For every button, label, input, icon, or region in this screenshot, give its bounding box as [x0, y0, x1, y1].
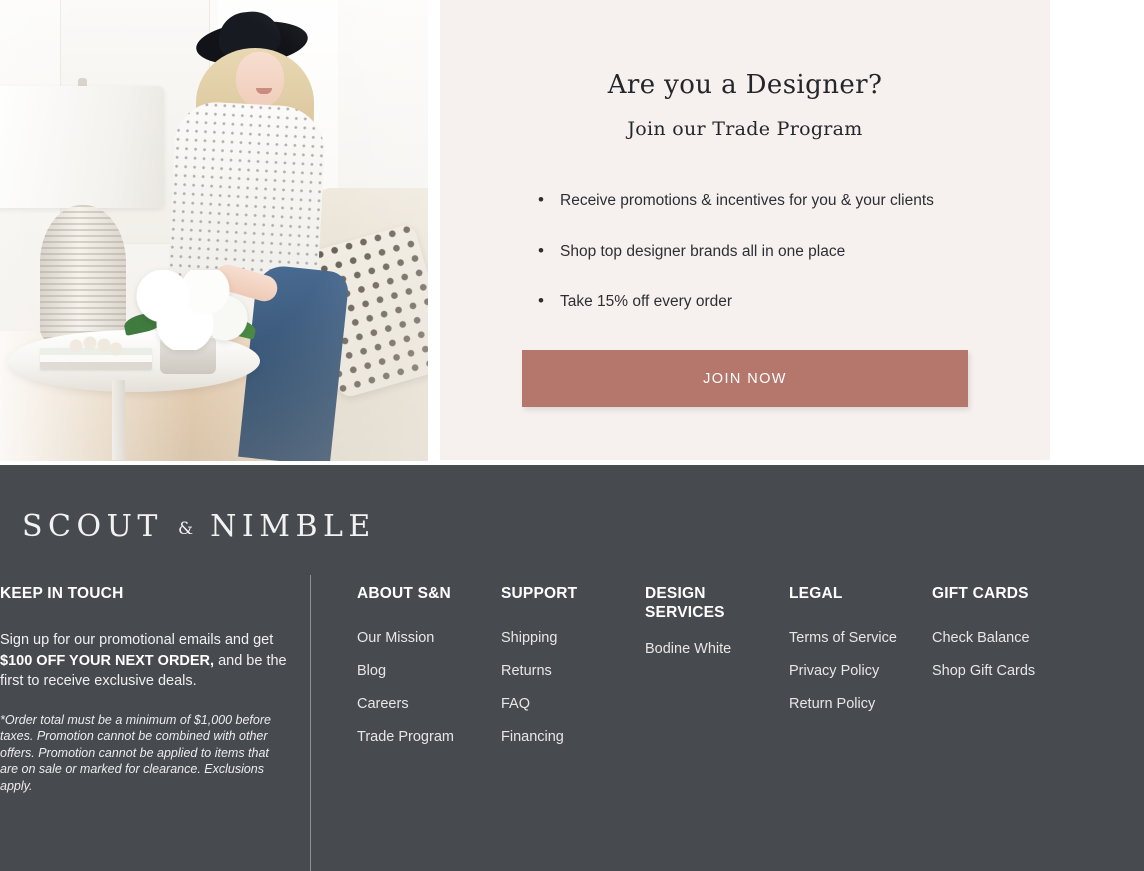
footer-logo-nimble: NIMBLE: [210, 509, 376, 544]
footer-link-check-balance[interactable]: Check Balance: [932, 630, 1035, 646]
trade-benefits-list: Receive promotions & incentives for you …: [522, 190, 1050, 312]
footer-link-trade-program[interactable]: Trade Program: [357, 729, 454, 745]
site-footer: SCOUT & NIMBLE KEEP IN TOUCH Sign up for…: [0, 465, 1144, 871]
footer-logo-ampersand: &: [177, 519, 196, 539]
trade-program-banner: Are you a Designer? Join our Trade Progr…: [0, 0, 1144, 465]
join-now-button[interactable]: JOIN NOW: [522, 350, 968, 407]
footer-column-heading: ABOUT S&N: [357, 585, 451, 602]
footer-column-heading: LEGAL: [789, 585, 843, 602]
footer-column-design-services: DESIGN SERVICES Bodine White: [645, 585, 765, 674]
footer-link-careers[interactable]: Careers: [357, 696, 454, 712]
footer-link-blog[interactable]: Blog: [357, 663, 454, 679]
newsletter-offer-bold: $100 OFF YOUR NEXT ORDER,: [0, 652, 215, 669]
footer-link-faq[interactable]: FAQ: [501, 696, 577, 712]
footer-logo-scout: SCOUT: [22, 509, 163, 544]
footer-vertical-divider: [310, 575, 311, 871]
newsletter-text-pre: Sign up for our promotional emails and g…: [0, 632, 274, 648]
footer-link-privacy-policy[interactable]: Privacy Policy: [789, 663, 897, 679]
trade-program-panel: Are you a Designer? Join our Trade Progr…: [440, 0, 1050, 460]
promo-disclaimer: *Order total must be a minimum of $1,000…: [0, 712, 271, 793]
photo-vignette: [0, 0, 428, 461]
benefit-item: Take 15% off every order: [522, 291, 1050, 312]
footer-link-financing[interactable]: Financing: [501, 729, 577, 745]
hero-lifestyle-photo: [0, 0, 428, 461]
benefit-item: Receive promotions & incentives for you …: [522, 190, 1050, 211]
keep-in-touch-heading: KEEP IN TOUCH: [0, 585, 124, 602]
footer-column-support: SUPPORT Shipping Returns FAQ Financing: [501, 585, 577, 762]
trade-subheadline: Join our Trade Program: [627, 118, 863, 140]
trade-headline: Are you a Designer?: [607, 70, 883, 100]
footer-column-heading: DESIGN SERVICES: [645, 585, 725, 621]
keep-in-touch-section: KEEP IN TOUCH Sign up for our promotiona…: [0, 585, 290, 794]
footer-column-heading: SUPPORT: [501, 585, 578, 602]
footer-link-shipping[interactable]: Shipping: [501, 630, 577, 646]
footer-column-legal: LEGAL Terms of Service Privacy Policy Re…: [789, 585, 897, 729]
footer-link-return-policy[interactable]: Return Policy: [789, 696, 897, 712]
footer-column-about: ABOUT S&N Our Mission Blog Careers Trade…: [357, 585, 454, 762]
footer-link-shop-gift-cards[interactable]: Shop Gift Cards: [932, 663, 1035, 679]
footer-column-gift-cards: GIFT CARDS Check Balance Shop Gift Cards: [932, 585, 1035, 696]
footer-link-terms-of-service[interactable]: Terms of Service: [789, 630, 897, 646]
footer-link-our-mission[interactable]: Our Mission: [357, 630, 454, 646]
newsletter-description: Sign up for our promotional emails and g…: [0, 630, 290, 692]
footer-column-heading: GIFT CARDS: [932, 585, 1029, 602]
footer-link-returns[interactable]: Returns: [501, 663, 577, 679]
footer-link-bodine-white[interactable]: Bodine White: [645, 641, 765, 657]
benefit-item: Shop top designer brands all in one plac…: [522, 241, 1050, 262]
footer-logo[interactable]: SCOUT & NIMBLE: [22, 509, 376, 544]
